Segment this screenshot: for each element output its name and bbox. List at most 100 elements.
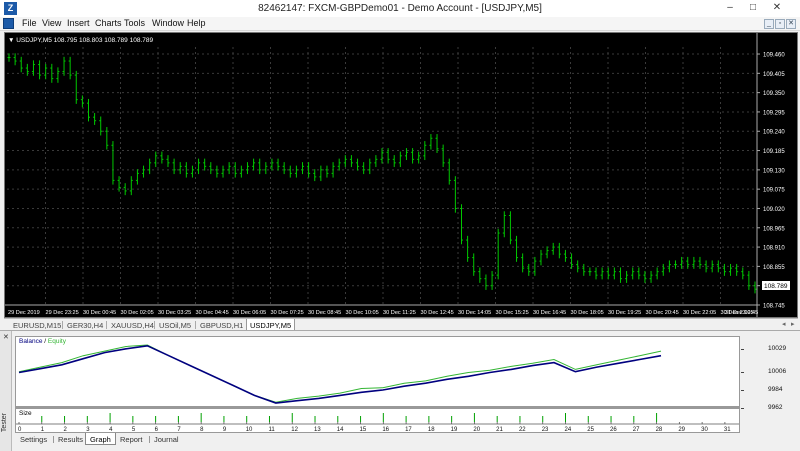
tester-side-label: Tester <box>1 413 8 433</box>
time-axis-label: 30 Dec 19:25 <box>608 310 641 316</box>
time-axis-label: 30 Dec 12:45 <box>421 310 454 316</box>
x-axis-label: 28 <box>656 427 663 432</box>
tab-settings[interactable]: Settings <box>16 433 51 445</box>
x-axis-label: 20 <box>473 427 480 432</box>
x-axis-label: 4 <box>109 427 113 432</box>
axis-label-9984: 9984 <box>768 386 783 393</box>
menu-charts[interactable]: Charts <box>95 18 122 28</box>
child-close-button[interactable]: ✕ <box>786 19 796 29</box>
tab-separator <box>195 321 196 329</box>
tab-separator <box>154 321 155 329</box>
x-axis-label: 2 <box>64 427 68 432</box>
title-bar: Z 82462147: FXCM-GBPDemo01 - Demo Accoun… <box>0 0 800 17</box>
price-axis-label: 109.295 <box>763 110 785 116</box>
price-axis-label: 109.020 <box>763 207 785 213</box>
chart-header: ▼ USDJPY,M5 108.795 108.803 108.789 108.… <box>8 37 153 44</box>
price-axis-label: 108.745 <box>763 304 785 310</box>
tester-close-icon[interactable]: ✕ <box>3 333 9 341</box>
time-axis-label: 30 Dec 06:05 <box>233 310 266 316</box>
x-axis-label: 22 <box>519 427 526 432</box>
x-axis-label: 21 <box>496 427 503 432</box>
close-button[interactable]: ✕ <box>766 0 788 17</box>
graph-legend: Balance / Equity <box>19 338 66 345</box>
time-axis-label: 30 Dec 02:05 <box>121 310 154 316</box>
menu-file[interactable]: File <box>22 18 37 28</box>
x-axis-label: 18 <box>428 427 435 432</box>
axis-tick <box>741 408 744 409</box>
x-axis-label: 27 <box>633 427 640 432</box>
current-price-label: 108.789 <box>764 283 788 290</box>
time-axis-label: 29 Dec 23:25 <box>46 310 79 316</box>
menu-insert[interactable]: Insert <box>67 18 90 28</box>
x-axis-label: 12 <box>291 427 298 432</box>
time-axis-label: 30 Dec 16:45 <box>533 310 566 316</box>
tab-results[interactable]: Results <box>54 433 87 445</box>
tabs-scroll-left-icon[interactable]: ◂ <box>782 320 786 328</box>
tester-graph-canvas: 0 1 2 3 4 5 6 7 8 9 10 11 12 13 14 15 16 17 18 19 20 21 22 23 24… <box>16 344 739 432</box>
price-chart-canvas[interactable]: 109.460 109.405 109.350 109.295 109.240 109.1… <box>5 33 797 317</box>
x-axis-label: 14 <box>337 427 344 432</box>
price-chart[interactable]: 109.460 109.405 109.350 109.295 109.240 109.1… <box>4 32 798 318</box>
balance-line <box>18 344 662 404</box>
x-axis-label: 13 <box>314 427 321 432</box>
axis-label-10006: 10006 <box>768 368 787 375</box>
time-axis-label: 30 Dec 20:45 <box>646 310 679 316</box>
x-axis-label: 17 <box>405 427 412 432</box>
tester-panel: ✕ Tester 0 1 2 3 4 5 6 7 8 9 10 11 12 13 14 15 16 17 18 19 2… <box>0 330 800 451</box>
child-restore-button[interactable]: ▫ <box>775 19 785 29</box>
x-axis-label: 9 <box>223 427 227 432</box>
size-label: Size <box>19 410 32 417</box>
tester-side-bar: ✕ Tester <box>0 331 12 451</box>
symbol-tabs: EURUSD,M15 GER30,H4 XAUUSD,H4 USOil,M5 G… <box>4 318 798 331</box>
menu-bar: File View Insert Charts Tools Window Hel… <box>0 17 800 31</box>
equity-line <box>18 344 662 403</box>
tab-separator <box>62 321 63 329</box>
window-title: 82462147: FXCM-GBPDemo01 - Demo Account … <box>258 3 542 14</box>
chart-window-icon[interactable] <box>3 18 14 29</box>
price-axis-label: 109.405 <box>763 72 785 78</box>
tab-graph[interactable]: Graph <box>85 433 116 445</box>
price-axis-label: 109.240 <box>763 130 785 136</box>
legend-equity: Equity <box>47 338 66 345</box>
minimize-button[interactable]: – <box>719 0 741 17</box>
menu-view[interactable]: View <box>42 18 61 28</box>
time-axis-label: 30 Dec 04:45 <box>196 310 229 316</box>
x-axis-label: 15 <box>360 427 367 432</box>
x-axis-label: 11 <box>268 427 275 432</box>
maximize-button[interactable]: □ <box>742 0 764 17</box>
x-axis-label: 19 <box>451 427 458 432</box>
menu-help[interactable]: Help <box>187 18 206 28</box>
menu-window[interactable]: Window <box>152 18 184 28</box>
x-axis-label: 31 <box>724 427 731 432</box>
x-axis-label: 30 <box>701 427 708 432</box>
axis-tick <box>741 349 744 350</box>
terminal-window: Z 82462147: FXCM-GBPDemo01 - Demo Accoun… <box>0 0 800 451</box>
tester-right-axis: 10029 10006 9984 9962 <box>741 336 798 411</box>
x-axis-label: 29 <box>678 427 685 432</box>
tabs-scroll-right-icon[interactable]: ▸ <box>791 320 795 328</box>
x-axis-label: 5 <box>132 427 136 432</box>
axis-label-10029: 10029 <box>768 345 787 352</box>
tab-report[interactable]: Report <box>116 433 147 445</box>
x-axis-label: 1 <box>41 427 45 432</box>
time-axis-label: 30 Dec 14:05 <box>458 310 491 316</box>
time-axis-label: 30 Dec 15:25 <box>496 310 529 316</box>
tab-journal[interactable]: Journal <box>150 433 183 445</box>
price-axis-label: 109.130 <box>763 168 785 174</box>
time-axis-label: 30 Dec 03:25 <box>158 310 191 316</box>
x-axis-label: 7 <box>177 427 181 432</box>
time-axis-label: 30 Dec 10:05 <box>346 310 379 316</box>
x-axis-label: 16 <box>382 427 389 432</box>
time-axis-label: 30 Dec 11:25 <box>383 310 416 316</box>
child-minimize-button[interactable]: _ <box>764 19 774 29</box>
axis-tick <box>741 390 744 391</box>
x-axis-label: 3 <box>86 427 90 432</box>
x-axis-label: 0 <box>18 427 22 432</box>
menu-tools[interactable]: Tools <box>124 18 145 28</box>
time-axis-label: 31 Dec 00:45 <box>725 310 758 316</box>
price-axis-label: 109.185 <box>763 149 785 155</box>
time-axis-label: 30 Dec 18:05 <box>571 310 604 316</box>
tester-tabs: Settings Results Graph Report Journal <box>12 433 800 446</box>
price-axis-label: 108.855 <box>763 265 785 271</box>
x-axis-label: 25 <box>587 427 594 432</box>
